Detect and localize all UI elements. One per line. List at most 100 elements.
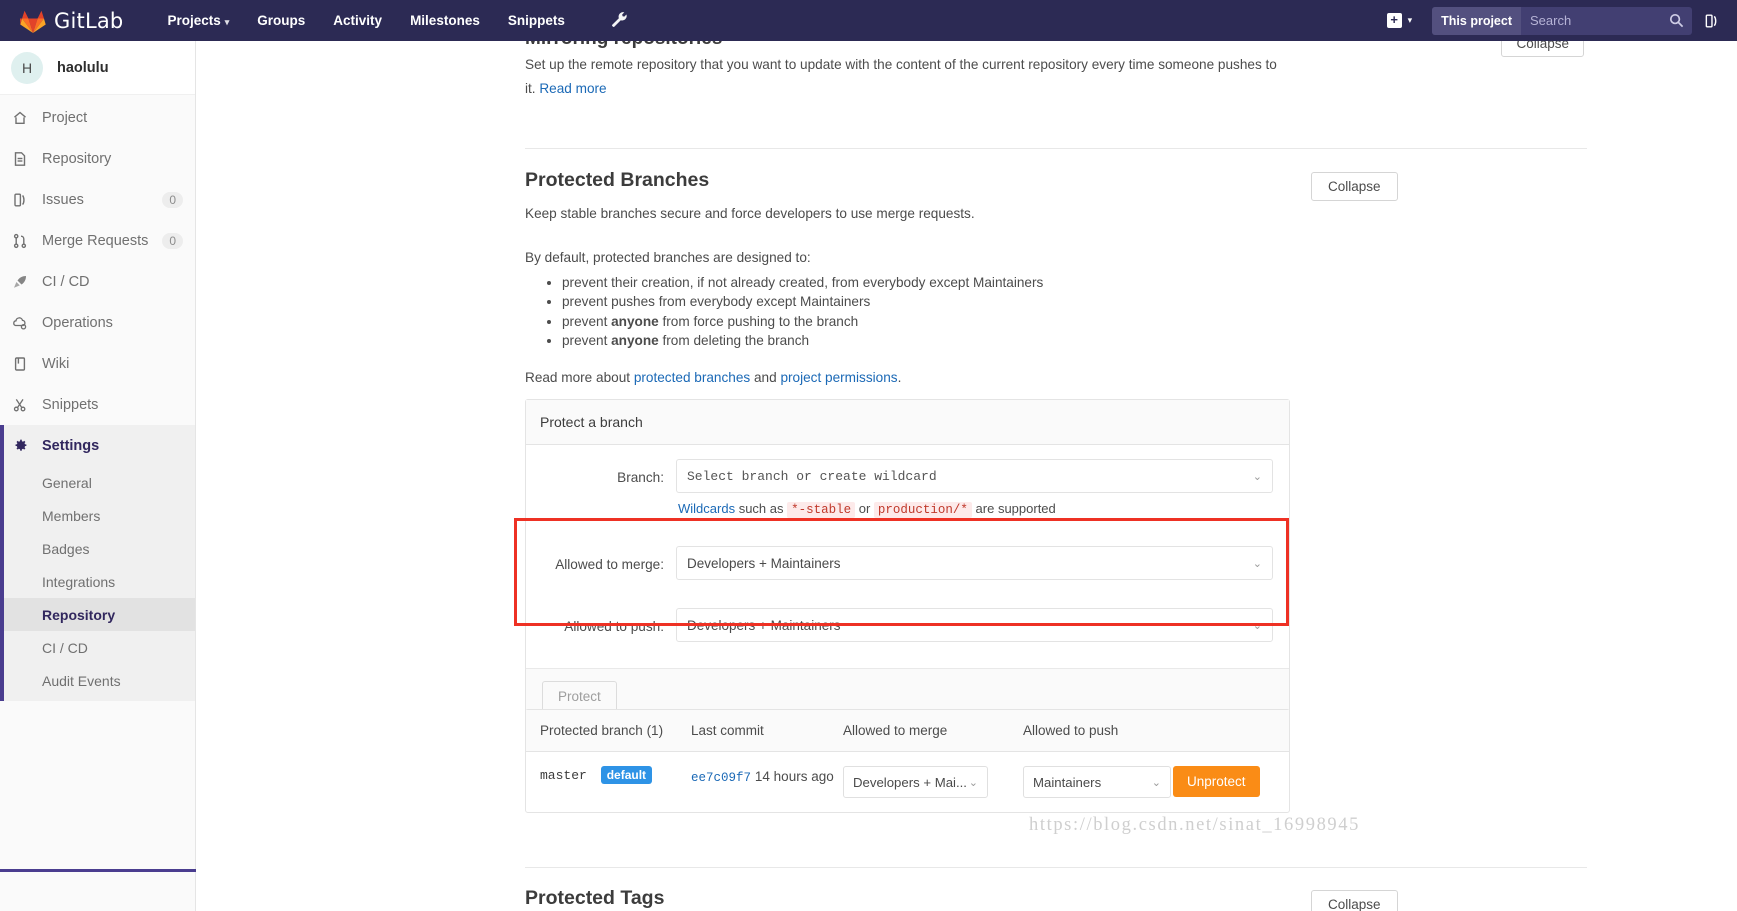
branch-form-row: Branch: Select branch or create wildcard… — [526, 459, 1289, 520]
allowed-to-push-form-row: Allowed to push: Developers + Maintainer… — [526, 608, 1289, 642]
wildcard-hint: Wildcards such as *-stable or production… — [676, 493, 1273, 520]
protected-tags-title: Protected Tags — [525, 887, 665, 909]
cell-actions: Unprotect — [1173, 766, 1289, 797]
nav-link-milestones[interactable]: Milestones — [396, 0, 494, 41]
sidebar-item-wiki-label: Wiki — [42, 355, 70, 372]
project-name: haolulu — [57, 59, 109, 76]
sidebar-item-project-label: Project — [42, 109, 88, 126]
sidebar-subitem-audit-events[interactable]: Audit Events — [0, 664, 195, 697]
protected-branches-by-default-text: By default, protected branches are desig… — [525, 250, 811, 265]
sidebar-item-wiki[interactable]: Wiki — [0, 343, 195, 384]
column-header-protected-branch: Protected branch (1) — [540, 723, 664, 738]
row-allowed-to-push-select[interactable]: Maintainers ⌄ — [1023, 766, 1171, 798]
home-icon — [12, 110, 34, 126]
list-item: prevent pushes from everybody except Mai… — [562, 292, 1043, 311]
sidebar-item-issues-label: Issues — [42, 191, 84, 208]
sidebar-subitem-general[interactable]: General — [0, 466, 195, 499]
allowed-to-push-select[interactable]: Developers + Maintainers ⌄ — [676, 608, 1273, 642]
allowed-to-merge-select[interactable]: Developers + Maintainers ⌄ — [676, 546, 1273, 580]
new-item-button[interactable]: + ▾ — [1381, 13, 1419, 28]
sidebar-item-settings-label: Settings — [42, 437, 100, 454]
table-header-row: Protected branch (1) Last commit Allowed… — [526, 710, 1289, 752]
project-permissions-doc-link[interactable]: project permissions — [780, 370, 897, 385]
allowed-to-merge-label: Allowed to merge: — [555, 557, 664, 572]
row-allowed-to-merge-select[interactable]: Developers + Mai... ⌄ — [843, 766, 988, 798]
navbar-links: Projects ▾ Groups Activity Milestones Sni… — [153, 0, 627, 41]
sidebar-subitem-repository[interactable]: Repository — [0, 598, 195, 631]
sidebar-item-operations[interactable]: Operations — [0, 302, 195, 343]
sidebar-item-repository-label: Repository — [42, 150, 112, 167]
nav-link-snippets[interactable]: Snippets — [494, 0, 579, 41]
protected-branches-collapse-button[interactable]: Collapse — [1311, 172, 1398, 201]
protected-branches-read-more: Read more about protected branches and p… — [525, 370, 901, 385]
sidebar-item-merge-requests-label: Merge Requests — [42, 232, 149, 249]
wildcard-example-stable: *-stable — [787, 502, 856, 518]
mirroring-collapse-button[interactable]: Collapse — [1501, 41, 1584, 57]
commit-sha-link[interactable]: ee7c09f7 — [691, 771, 751, 785]
column-header-last-commit: Last commit — [691, 723, 764, 738]
protect-a-branch-panel: Protect a branch Branch: Select branch o… — [525, 399, 1290, 725]
sidebar-item-ci-cd[interactable]: CI / CD — [0, 261, 195, 302]
sidebar-item-ci-cd-label: CI / CD — [42, 273, 90, 290]
allowed-to-merge-value: Developers + Maintainers — [687, 555, 841, 571]
search-input[interactable] — [1521, 6, 1661, 35]
protected-branches-title: Protected Branches — [525, 169, 710, 191]
gitlab-brand[interactable]: GitLab — [0, 9, 123, 33]
search-magnifier-icon[interactable] — [1661, 13, 1692, 28]
protected-branches-doc-link[interactable]: protected branches — [634, 370, 750, 385]
nav-link-activity[interactable]: Activity — [319, 0, 396, 41]
sidebar-item-merge-requests[interactable]: Merge Requests 0 — [0, 220, 195, 261]
bullet-bold-anyone: anyone — [611, 332, 659, 348]
sidebar-item-snippets-label: Snippets — [42, 396, 99, 413]
nav-link-projects[interactable]: Projects ▾ — [153, 0, 243, 41]
protected-branches-table: Protected branch (1) Last commit Allowed… — [525, 709, 1290, 813]
mirroring-read-more-link[interactable]: Read more — [539, 81, 606, 96]
chevron-down-icon: ⌄ — [968, 776, 978, 789]
search-scope-chip[interactable]: This project — [1432, 6, 1521, 35]
mirroring-description: Set up the remote repository that you wa… — [525, 53, 1285, 101]
sidebar-item-settings[interactable]: Settings — [0, 425, 195, 466]
sidebar-subitem-badges[interactable]: Badges — [0, 532, 195, 565]
list-item: prevent their creation, if not already c… — [562, 273, 1043, 292]
chevron-down-icon: ▾ — [224, 17, 230, 27]
sidebar-item-operations-label: Operations — [42, 314, 113, 331]
issue-book-icon[interactable] — [1692, 13, 1729, 29]
sidebar-subitem-ci-cd[interactable]: CI / CD — [0, 631, 195, 664]
row-allowed-to-merge-value: Developers + Mai... — [853, 774, 967, 790]
protected-tags-collapse-button[interactable]: Collapse — [1311, 890, 1398, 911]
list-item: prevent anyone from deleting the branch — [562, 331, 1043, 350]
sidebar-subitem-integrations[interactable]: Integrations — [0, 565, 195, 598]
wrench-icon[interactable] — [611, 11, 628, 31]
sidebar-item-repository[interactable]: Repository — [0, 138, 195, 179]
protect-a-branch-panel-title: Protect a branch — [526, 400, 1289, 445]
chevron-down-icon: ▾ — [1407, 15, 1413, 25]
sidebar-subitem-members[interactable]: Members — [0, 499, 195, 532]
row-allowed-to-push-value: Maintainers — [1033, 774, 1102, 790]
read-more-prefix: Read more about — [525, 370, 634, 385]
scissors-icon — [12, 397, 34, 413]
branch-name: master — [540, 768, 587, 783]
left-sidebar: H haolulu Project Repository Issues 0 Me… — [0, 41, 196, 911]
plus-square-icon: + — [1386, 13, 1402, 28]
project-header[interactable]: H haolulu — [0, 41, 195, 95]
chevron-down-icon: ⌄ — [1252, 470, 1262, 483]
nav-link-groups[interactable]: Groups — [243, 0, 319, 41]
allowed-to-merge-form-row: Allowed to merge: Developers + Maintaine… — [526, 546, 1289, 580]
hint-mid-1: such as — [735, 501, 788, 516]
sidebar-item-snippets[interactable]: Snippets — [0, 384, 195, 425]
allowed-to-push-label: Allowed to push: — [564, 619, 664, 634]
status-badge: default — [600, 766, 653, 784]
hint-suffix: are supported — [971, 501, 1056, 516]
protect-button[interactable]: Protect — [542, 681, 617, 712]
sidebar-item-project[interactable]: Project — [0, 97, 195, 138]
settings-subnav: General Members Badges Integrations Repo… — [0, 466, 195, 701]
avatar: H — [11, 51, 43, 84]
wildcards-doc-link[interactable]: Wildcards — [678, 501, 735, 516]
branch-select[interactable]: Select branch or create wildcard ⌄ — [676, 459, 1273, 493]
sidebar-item-merge-requests-count: 0 — [162, 232, 183, 249]
unprotect-button[interactable]: Unprotect — [1173, 766, 1260, 797]
cloud-gear-icon — [12, 315, 34, 331]
sidebar-item-issues[interactable]: Issues 0 — [0, 179, 195, 220]
cell-branch: master default — [526, 766, 691, 784]
main-content: Mirroring repositories Collapse Set up t… — [196, 41, 1737, 911]
